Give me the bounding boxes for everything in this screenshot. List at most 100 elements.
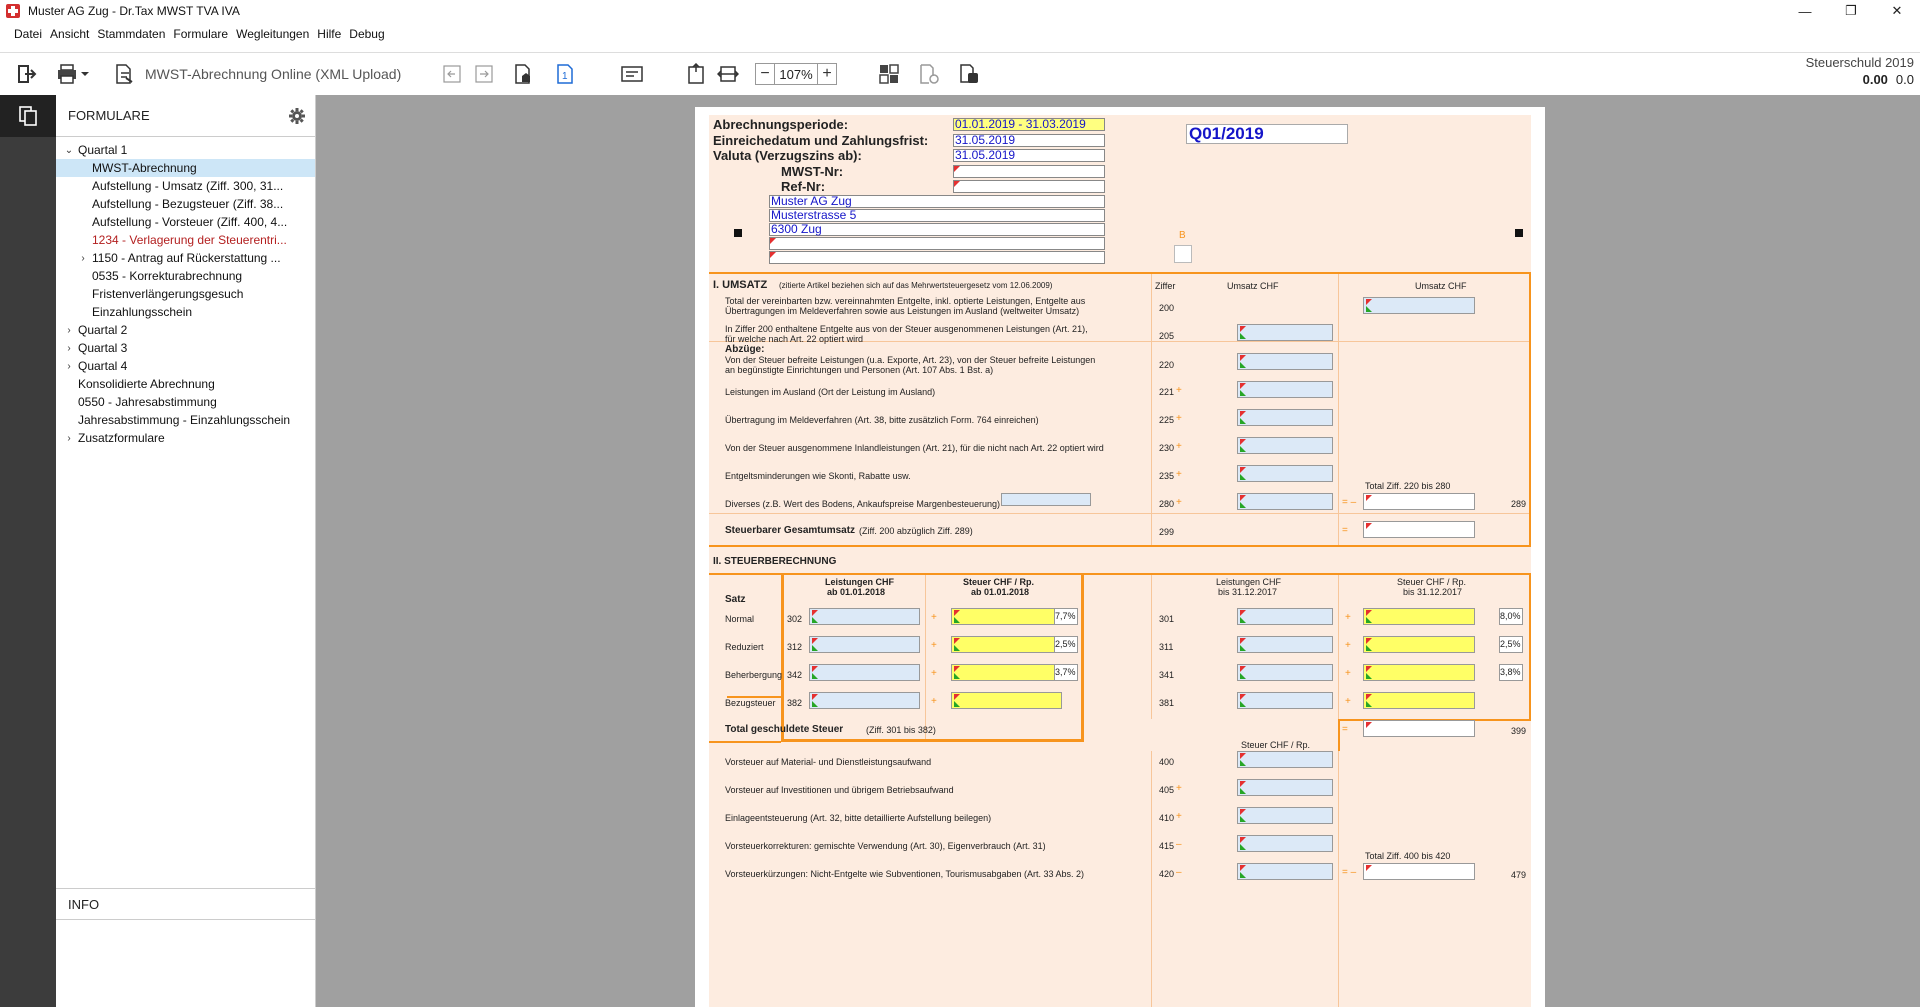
forms-panel-button[interactable] (0, 95, 56, 137)
field-tax-301[interactable] (1363, 608, 1475, 625)
field-280-description[interactable] (1001, 493, 1091, 506)
mwst-nr-field[interactable] (953, 165, 1105, 178)
tree-item[interactable]: MWST-Abrechnung (56, 159, 315, 177)
field-399[interactable] (1363, 720, 1475, 737)
field-405[interactable] (1237, 779, 1333, 796)
periode-field[interactable]: 01.01.2019 - 31.03.2019 (953, 118, 1105, 131)
chevron-right-icon[interactable]: › (62, 433, 76, 444)
tree-item[interactable]: 0550 - Jahresabstimmung (56, 393, 315, 411)
chevron-right-icon[interactable]: › (62, 361, 76, 372)
tree-item[interactable]: ⌄ Quartal 1 (56, 141, 315, 159)
chevron-right-icon[interactable]: › (62, 325, 76, 336)
field-tax-382[interactable] (951, 692, 1062, 709)
tree-item[interactable]: › Zusatzformulare (56, 429, 315, 447)
field-420[interactable] (1237, 863, 1333, 880)
address-line-1[interactable]: Muster AG Zug (769, 195, 1105, 208)
field-312[interactable] (809, 636, 920, 653)
field-tax-381[interactable] (1363, 692, 1475, 709)
document-home-icon[interactable] (512, 63, 534, 85)
ref-nr-field[interactable] (953, 180, 1105, 193)
field-289[interactable] (1363, 493, 1475, 510)
form-export-icon[interactable] (112, 63, 136, 85)
zoom-level[interactable]: 107% (774, 64, 818, 84)
add-form-icon[interactable] (918, 63, 940, 85)
prev-page-icon[interactable] (442, 63, 462, 85)
b-checkbox[interactable] (1174, 245, 1192, 263)
maximize-button[interactable]: ❐ (1828, 0, 1874, 22)
tree-item[interactable]: › Quartal 3 (56, 339, 315, 357)
field-tax-341[interactable] (1363, 664, 1475, 681)
tree-item[interactable]: › Quartal 4 (56, 357, 315, 375)
tree-item[interactable]: 0535 - Korrekturabrechnung (56, 267, 315, 285)
tree-item[interactable]: Konsolidierte Abrechnung (56, 375, 315, 393)
form-view-icon[interactable] (620, 63, 644, 85)
address-line-4[interactable] (769, 237, 1105, 250)
field-382[interactable] (809, 692, 920, 709)
exit-icon[interactable] (16, 63, 38, 85)
menu-hilfe[interactable]: Hilfe (317, 27, 341, 41)
zoom-in-button[interactable]: + (818, 64, 836, 84)
tree-item[interactable]: Aufstellung - Umsatz (Ziff. 300, 31... (56, 177, 315, 195)
minimize-button[interactable]: — (1782, 0, 1828, 22)
menu-debug[interactable]: Debug (349, 27, 384, 41)
field-225[interactable] (1237, 409, 1333, 426)
total-220-280-label: Total Ziff. 220 bis 280 (1365, 481, 1451, 491)
tree-item[interactable]: Aufstellung - Vorsteuer (Ziff. 400, 4... (56, 213, 315, 231)
chevron-right-icon[interactable]: › (62, 343, 76, 354)
calculator-icon[interactable] (878, 63, 900, 85)
field-tax-312[interactable] (951, 636, 1062, 653)
field-221[interactable] (1237, 381, 1333, 398)
field-205[interactable] (1237, 324, 1333, 341)
field-tax-311[interactable] (1363, 636, 1475, 653)
field-299[interactable] (1363, 521, 1475, 538)
field-311[interactable] (1237, 636, 1333, 653)
print-icon[interactable] (56, 63, 92, 85)
field-230[interactable] (1237, 437, 1333, 454)
next-page-icon[interactable] (474, 63, 494, 85)
field-341[interactable] (1237, 664, 1333, 681)
field-220[interactable] (1237, 353, 1333, 370)
frist-field[interactable]: 31.05.2019 (953, 134, 1105, 147)
valuta-field[interactable]: 31.05.2019 (953, 149, 1105, 162)
field-301[interactable] (1237, 608, 1333, 625)
close-button[interactable]: ✕ (1874, 0, 1920, 22)
field-415[interactable] (1237, 835, 1333, 852)
menu-formulare[interactable]: Formulare (173, 27, 228, 41)
field-280[interactable] (1237, 493, 1333, 510)
menu-stammdaten[interactable]: Stammdaten (97, 27, 165, 41)
field-342[interactable] (809, 664, 920, 681)
field-381[interactable] (1237, 692, 1333, 709)
page-number-icon[interactable]: 1 (554, 63, 576, 85)
tree-item[interactable]: 1234 - Verlagerung der Steuerentri... (56, 231, 315, 249)
tree-item[interactable]: Fristenverlängerungsgesuch (56, 285, 315, 303)
field-tax-342[interactable] (951, 664, 1062, 681)
field-302[interactable] (809, 608, 920, 625)
field-235[interactable] (1237, 465, 1333, 482)
tree-item-label: Einzahlungsschein (92, 305, 193, 319)
address-line-2[interactable]: Musterstrasse 5 (769, 209, 1105, 222)
app-icon (6, 4, 20, 18)
field-200[interactable] (1363, 297, 1475, 314)
zoom-out-button[interactable]: − (756, 64, 774, 84)
tree-item[interactable]: › 1150 - Antrag auf Rückerstattung ... (56, 249, 315, 267)
fit-height-icon[interactable] (684, 63, 708, 85)
field-400[interactable] (1237, 751, 1333, 768)
tree-item[interactable]: Aufstellung - Bezugsteuer (Ziff. 38... (56, 195, 315, 213)
field-410[interactable] (1237, 807, 1333, 824)
address-line-3[interactable]: 6300 Zug (769, 223, 1105, 236)
chevron-right-icon[interactable]: › (76, 253, 90, 264)
row-225-label: Übertragung im Meldeverfahren (Art. 38, … (725, 415, 1039, 425)
chevron-down-icon[interactable]: ⌄ (62, 145, 76, 156)
form-check-icon[interactable] (958, 63, 980, 85)
menu-ansicht[interactable]: Ansicht (50, 27, 89, 41)
field-tax-302[interactable] (951, 608, 1062, 625)
address-line-5[interactable] (769, 251, 1105, 264)
gear-icon[interactable] (289, 108, 305, 124)
fit-width-icon[interactable] (716, 63, 740, 85)
tree-item[interactable]: Einzahlungsschein (56, 303, 315, 321)
field-479[interactable] (1363, 863, 1475, 880)
tree-item[interactable]: Jahresabstimmung - Einzahlungsschein (56, 411, 315, 429)
menu-wegleitungen[interactable]: Wegleitungen (236, 27, 309, 41)
tree-item[interactable]: › Quartal 2 (56, 321, 315, 339)
menu-datei[interactable]: Datei (14, 27, 42, 41)
